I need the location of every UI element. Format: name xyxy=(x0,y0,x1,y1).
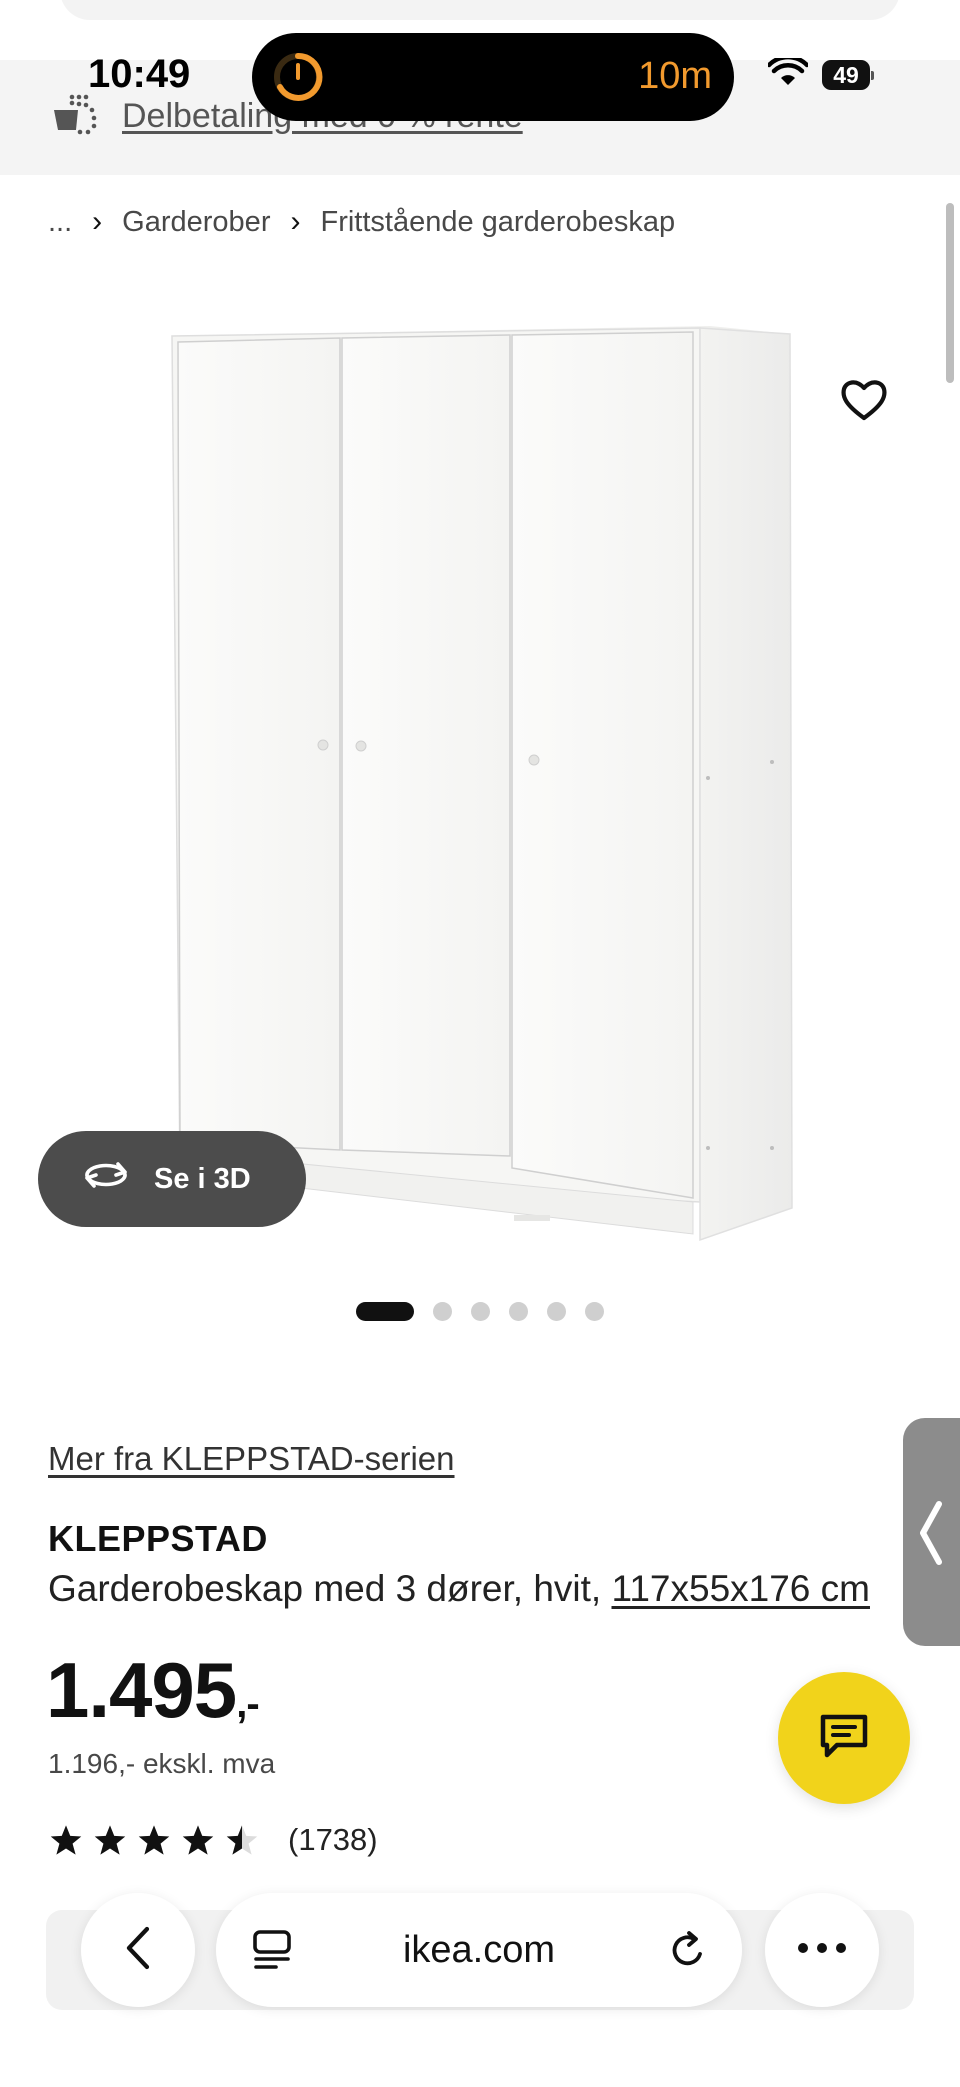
breadcrumb-garderober[interactable]: Garderober xyxy=(122,206,270,239)
chevron-left-icon xyxy=(917,1500,943,1571)
chevron-right-icon: › xyxy=(290,205,301,238)
status-bar: 10:49 10m 49 xyxy=(0,0,960,130)
gallery-dot[interactable] xyxy=(585,1302,604,1321)
more-options-button[interactable] xyxy=(765,1893,879,2007)
gallery-dot[interactable] xyxy=(547,1302,566,1321)
favorite-heart-icon[interactable] xyxy=(840,378,888,427)
reload-icon[interactable] xyxy=(668,1928,708,1977)
series-link[interactable]: Mer fra KLEPPSTAD-serien xyxy=(48,1440,455,1478)
price: 1.495,- xyxy=(46,1645,260,1736)
star-icon xyxy=(94,1825,126,1855)
price-excl-vat: 1.196,- ekskl. mva xyxy=(48,1748,276,1779)
back-button[interactable] xyxy=(81,1893,195,2007)
breadcrumb: ... › Garderober › Frittstående garderob… xyxy=(48,205,675,239)
clock: 10:49 xyxy=(88,52,191,96)
dimensions-link[interactable]: 117x55x176 cm xyxy=(612,1568,870,1609)
product-description-text: Garderobeskap med 3 dører, hvit, xyxy=(48,1568,612,1609)
gallery-dot[interactable] xyxy=(433,1302,452,1321)
product-name: KLEPPSTAD xyxy=(48,1518,268,1559)
star-icon xyxy=(138,1825,170,1855)
timer-label: 10m xyxy=(638,55,712,97)
url-text[interactable]: ikea.com xyxy=(216,1929,742,1972)
product-description: Garderobeskap med 3 dører, hvit, 117x55x… xyxy=(48,1568,870,1610)
price-suffix: ,- xyxy=(236,1682,259,1726)
chat-icon xyxy=(819,1713,869,1764)
rating[interactable]: (1738) xyxy=(48,1822,378,1858)
review-count[interactable]: (1738) xyxy=(288,1822,378,1858)
chat-button[interactable] xyxy=(778,1672,910,1804)
gallery-dot[interactable] xyxy=(356,1302,414,1321)
breadcrumb-ellipsis[interactable]: ... xyxy=(48,206,72,239)
side-drawer-tab[interactable] xyxy=(903,1418,960,1646)
view-3d-button[interactable]: Se i 3D xyxy=(38,1131,306,1227)
chevron-right-icon: › xyxy=(92,205,103,238)
gallery-pagination[interactable] xyxy=(356,1302,604,1321)
battery-level: 49 xyxy=(833,61,859,88)
star-icon xyxy=(50,1825,82,1855)
rating-stars xyxy=(48,1823,260,1857)
address-bar[interactable]: ikea.com xyxy=(216,1893,742,2007)
gallery-dot[interactable] xyxy=(471,1302,490,1321)
breadcrumb-frittstaende[interactable]: Frittstående garderobeskap xyxy=(320,206,675,239)
product-image[interactable] xyxy=(0,290,960,1270)
price-main: 1.495 xyxy=(46,1646,237,1734)
wifi-icon xyxy=(766,54,810,93)
more-horizontal-icon xyxy=(797,1941,847,1959)
timer-icon xyxy=(272,51,324,108)
gallery-dot[interactable] xyxy=(509,1302,528,1321)
dynamic-island[interactable]: 10m xyxy=(252,33,734,121)
rotate-3d-icon xyxy=(80,1158,132,1200)
battery-icon: 49 xyxy=(822,60,874,90)
view-3d-label: Se i 3D xyxy=(154,1162,251,1195)
star-icon xyxy=(182,1825,214,1855)
star-icon xyxy=(226,1825,258,1855)
chevron-left-icon xyxy=(123,1925,153,1976)
